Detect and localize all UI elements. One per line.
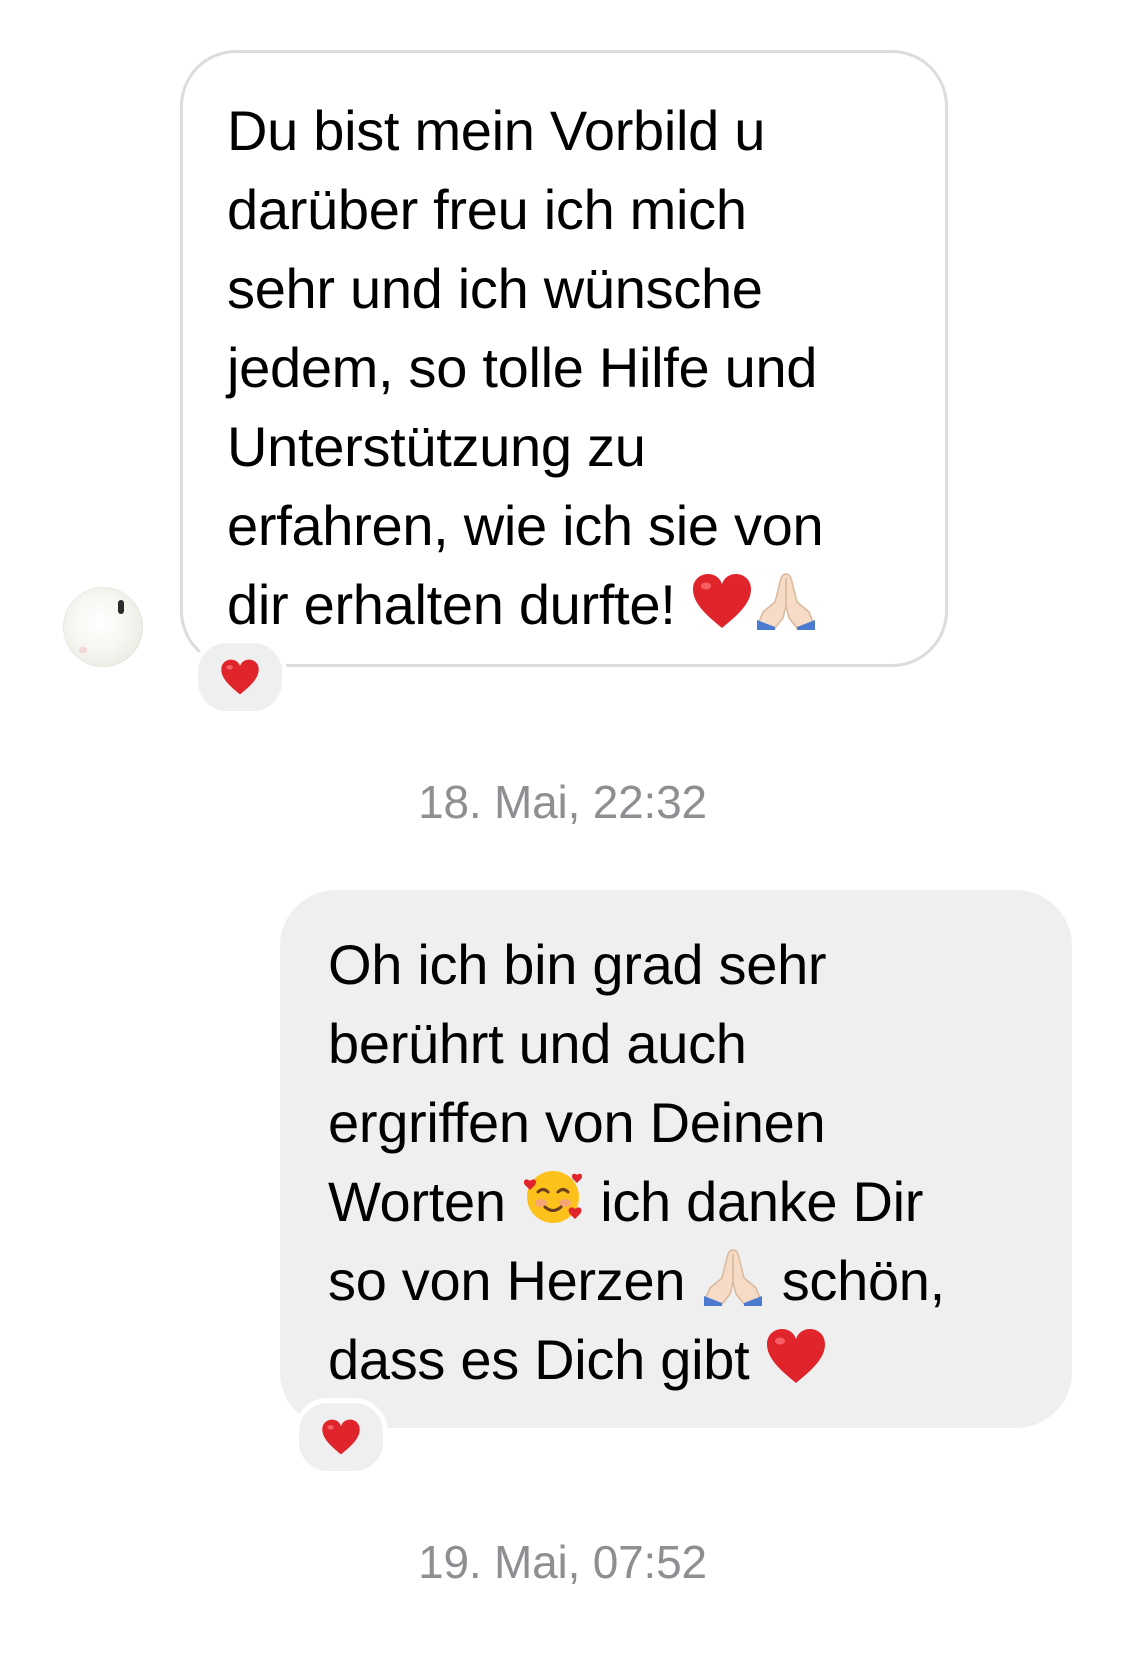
- folded-hands-icon: [753, 568, 819, 630]
- red-heart-icon: [691, 572, 753, 630]
- message-line-last: dir erhalten durfte!: [227, 565, 905, 644]
- folded-hands-icon: [700, 1244, 766, 1306]
- message-line: erfahren, wie ich sie von: [227, 494, 824, 557]
- message-text: dass es Dich gibt: [328, 1328, 765, 1391]
- message-line: sehr und ich wünsche: [227, 257, 763, 320]
- message-text: ich danke Dir: [584, 1170, 924, 1233]
- incoming-message-bubble[interactable]: Du bist mein Vorbild u darüber freu ich …: [180, 50, 948, 667]
- red-heart-icon: [765, 1327, 827, 1385]
- message-line: dass es Dich gibt: [328, 1320, 1052, 1399]
- message-line: Oh ich bin grad sehr: [328, 933, 827, 996]
- red-heart-icon: [321, 1418, 361, 1456]
- message-line: darüber freu ich mich: [227, 178, 747, 241]
- avatar-detail: [118, 600, 124, 614]
- message-line: Worten ich danke Dir: [328, 1162, 1052, 1241]
- message-line: dir erhalten durfte!: [227, 573, 676, 636]
- message-timestamp: 19. Mai, 07:52: [418, 1536, 707, 1588]
- message-reaction[interactable]: [193, 638, 287, 716]
- outgoing-message-bubble[interactable]: Oh ich bin grad sehr berührt und auch er…: [280, 890, 1072, 1428]
- message-text: schön,: [766, 1249, 946, 1312]
- sender-avatar[interactable]: [63, 587, 143, 667]
- message-text: so von Herzen: [328, 1249, 701, 1312]
- message-text: Worten: [328, 1170, 521, 1233]
- message-line: Du bist mein Vorbild u: [227, 99, 766, 162]
- smiling-face-with-hearts-icon: [521, 1165, 585, 1227]
- message-line: berührt und auch: [328, 1012, 747, 1075]
- message-line: jedem, so tolle Hilfe und: [227, 336, 818, 399]
- message-line: Unterstützung zu: [227, 415, 646, 478]
- avatar-detail: [79, 647, 87, 653]
- message-timestamp: 18. Mai, 22:32: [418, 776, 707, 828]
- red-heart-icon: [220, 658, 260, 696]
- message-line: so von Herzen schön,: [328, 1241, 1052, 1320]
- message-line: ergriffen von Deinen: [328, 1091, 826, 1154]
- message-reaction[interactable]: [294, 1398, 388, 1476]
